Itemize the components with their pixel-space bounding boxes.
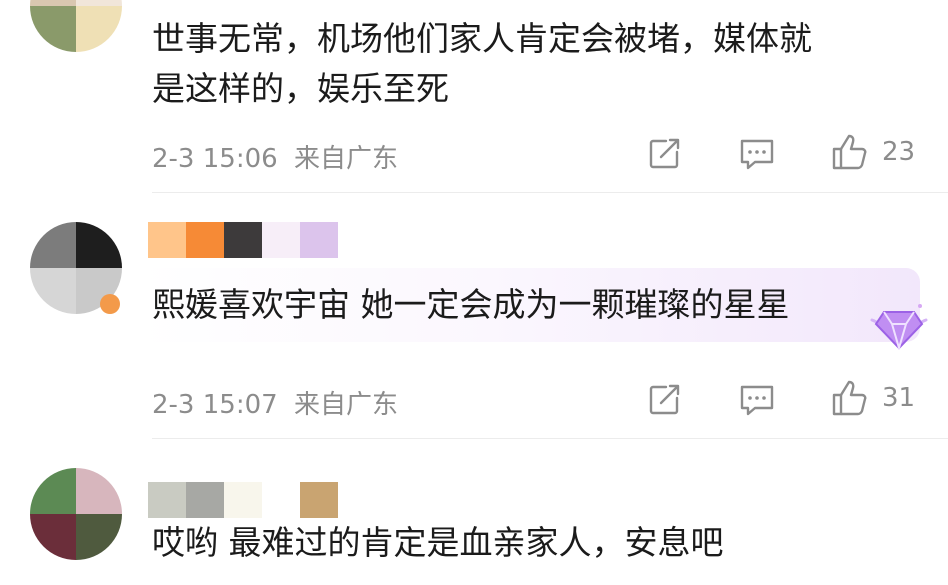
share-icon [649, 138, 680, 169]
comment-meta: 2-3 15:07 来自广东 [152, 384, 398, 421]
comment-text-line: 哎哟 最难过的肯定是血亲家人，安息吧 [152, 523, 724, 562]
diamond-badge-icon [870, 304, 928, 350]
like-button[interactable]: 31 [830, 378, 915, 418]
comment-text-line: 熙媛喜欢宇宙 她一定会成为一颗璀璨的星星 [152, 285, 790, 324]
comment-icon [740, 385, 774, 416]
like-count: 31 [882, 383, 916, 413]
share-icon [649, 384, 680, 415]
comment-location: 来自广东 [293, 390, 398, 420]
like-count: 23 [882, 137, 916, 167]
avatar[interactable] [30, 0, 122, 52]
reply-button[interactable] [738, 136, 776, 172]
comment-icon [740, 139, 774, 170]
username-pixelated[interactable] [148, 482, 338, 518]
thumbs-up-icon [832, 134, 867, 170]
comment-time: 2-3 15:06 [152, 144, 278, 174]
comment-text: 哎哟 最难过的肯定是血亲家人，安息吧 [152, 518, 724, 568]
like-button[interactable]: 23 [830, 132, 915, 172]
comment-location: 来自广东 [293, 144, 398, 174]
share-button[interactable] [646, 136, 682, 172]
comment-list: 世事无常，机场他们家人肯定会被堵，媒体就 是这样的，娱乐至死 2-3 15:06… [0, 0, 948, 585]
comment-text-line: 是这样的，娱乐至死 [152, 69, 449, 108]
divider [152, 438, 948, 439]
comment-meta: 2-3 15:06 来自广东 [152, 138, 398, 175]
thumbs-up-icon [832, 380, 867, 416]
username-pixelated[interactable] [148, 222, 338, 258]
comment-text: 熙媛喜欢宇宙 她一定会成为一颗璀璨的星星 [152, 280, 790, 330]
avatar[interactable] [30, 468, 122, 560]
divider [152, 192, 948, 193]
comment-time: 2-3 15:07 [152, 390, 278, 420]
avatar-badge [100, 294, 120, 314]
share-button[interactable] [646, 382, 682, 418]
reply-button[interactable] [738, 382, 776, 418]
comment-text-line: 世事无常，机场他们家人肯定会被堵，媒体就 [152, 19, 812, 58]
comment-text: 世事无常，机场他们家人肯定会被堵，媒体就 是这样的，娱乐至死 [152, 14, 812, 114]
